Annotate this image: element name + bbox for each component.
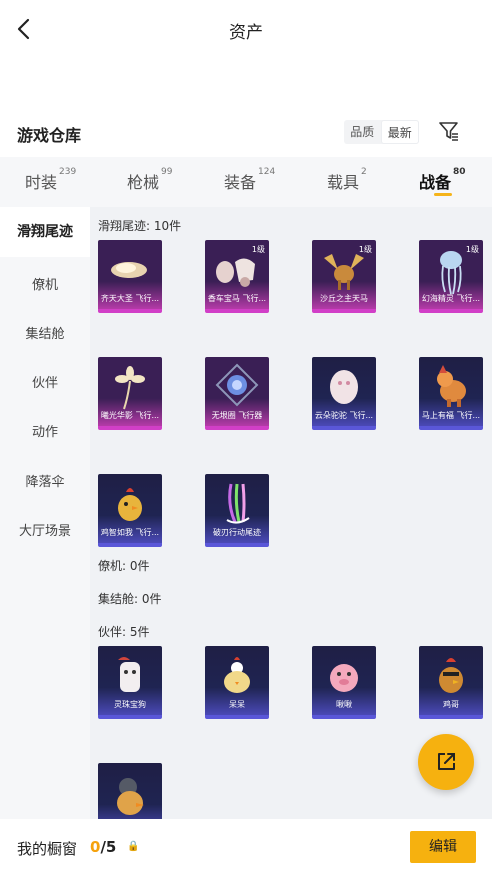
share-button[interactable]: [418, 734, 474, 790]
sidebar-item-partner[interactable]: 伙伴: [0, 372, 90, 391]
item-grid-area: 滑翔尾迹: 10件 齐天大圣 飞行... 1级 香车宝马 飞行... 1级 沙丘…: [90, 207, 492, 819]
item-card[interactable]: [98, 763, 162, 819]
item-card[interactable]: 1级 香车宝马 飞行...: [205, 240, 269, 313]
item-name: 曦光华影 飞行...: [100, 411, 160, 420]
tab-equipment[interactable]: 装备124: [224, 167, 275, 193]
item-name: 齐天大圣 飞行...: [100, 294, 160, 303]
showcase-label: 我的橱窗: [17, 840, 78, 858]
sidebar: 滑翔尾迹 僚机 集结舱 伙伴 动作 降落伞 大厅场景: [0, 207, 90, 819]
item-name: 呆呆: [229, 700, 245, 709]
item-card[interactable]: 曦光华影 飞行...: [98, 357, 162, 430]
item-card[interactable]: 鸡哥: [419, 646, 483, 719]
section-heading-wingman: 僚机: 0件: [98, 559, 150, 573]
item-card[interactable]: 啾啾: [312, 646, 376, 719]
sort-option-newest[interactable]: 最新: [380, 120, 419, 144]
item-card[interactable]: 1级 幻海精灵 飞行...: [419, 240, 483, 313]
category-tabs: 时装239 枪械99 装备124 载具2 战备80: [0, 157, 492, 207]
item-card[interactable]: 马上有福 飞行...: [419, 357, 483, 430]
item-name: 幻海精灵 飞行...: [421, 294, 481, 303]
sidebar-item-pod[interactable]: 集结舱: [0, 323, 90, 342]
item-card[interactable]: 破刃行动尾迹: [205, 474, 269, 547]
share-icon: [438, 753, 455, 770]
top-bar: 资产: [0, 0, 492, 58]
tab-vehicles[interactable]: 载具2: [327, 167, 367, 193]
item-name: 鸡哥: [443, 700, 459, 709]
item-card[interactable]: 灵珠宝狗: [98, 646, 162, 719]
duck-knight-icon: [117, 778, 144, 815]
item-card[interactable]: 云朵驼驼 飞行...: [312, 357, 376, 430]
sort-option-quality[interactable]: 品质: [344, 120, 381, 144]
item-card[interactable]: 齐天大圣 飞行...: [98, 240, 162, 313]
filter-icon[interactable]: [437, 119, 461, 143]
tab-fashion[interactable]: 时装239: [25, 167, 76, 193]
level-badge: 1级: [465, 245, 479, 254]
item-name: 灵珠宝狗: [114, 700, 146, 709]
sidebar-item-emote[interactable]: 动作: [0, 421, 90, 440]
section-heading-pod: 集结舱: 0件: [98, 592, 162, 606]
item-card[interactable]: 呆呆: [205, 646, 269, 719]
tab-gear[interactable]: 战备80: [419, 167, 466, 193]
sidebar-item-glide-trail[interactable]: 滑翔尾迹: [0, 207, 90, 257]
item-card[interactable]: 鸡智如我 飞行...: [98, 474, 162, 547]
page-title: 资产: [229, 23, 263, 43]
sidebar-item-wingman[interactable]: 僚机: [0, 274, 90, 293]
sort-toggle: 品质 最新: [344, 120, 419, 144]
sidebar-item-lobby-scene[interactable]: 大厅场景: [0, 520, 90, 539]
level-badge: 1级: [358, 245, 372, 254]
active-tab-indicator: [434, 193, 452, 196]
item-name: 无垠圈 飞行器: [211, 411, 263, 420]
item-name: 啾啾: [336, 700, 352, 709]
tab-guns[interactable]: 枪械99: [127, 167, 172, 193]
warehouse-title: 游戏仓库: [17, 126, 82, 145]
item-card[interactable]: 1级 沙丘之主天马: [312, 240, 376, 313]
item-name: 鸡智如我 飞行...: [100, 528, 160, 537]
item-name: 破刃行动尾迹: [213, 528, 261, 537]
lock-icon: 🔒: [127, 841, 140, 852]
item-name: 云朵驼驼 飞行...: [314, 411, 374, 420]
item-name: 沙丘之主天马: [320, 294, 368, 303]
edit-button[interactable]: 编辑: [410, 831, 476, 863]
sidebar-item-parachute[interactable]: 降落伞: [0, 471, 90, 490]
item-name: 香车宝马 飞行...: [207, 294, 267, 303]
showcase-bar: 我的橱窗 0/5 🔒 编辑: [0, 819, 492, 876]
section-heading-partner: 伙伴: 5件: [98, 625, 150, 639]
showcase-count: 0/5: [90, 838, 117, 856]
level-badge: 1级: [251, 245, 265, 254]
section-heading-glide: 滑翔尾迹: 10件: [98, 219, 182, 233]
item-card[interactable]: 无垠圈 飞行器: [205, 357, 269, 430]
item-name: 马上有福 飞行...: [421, 411, 481, 420]
